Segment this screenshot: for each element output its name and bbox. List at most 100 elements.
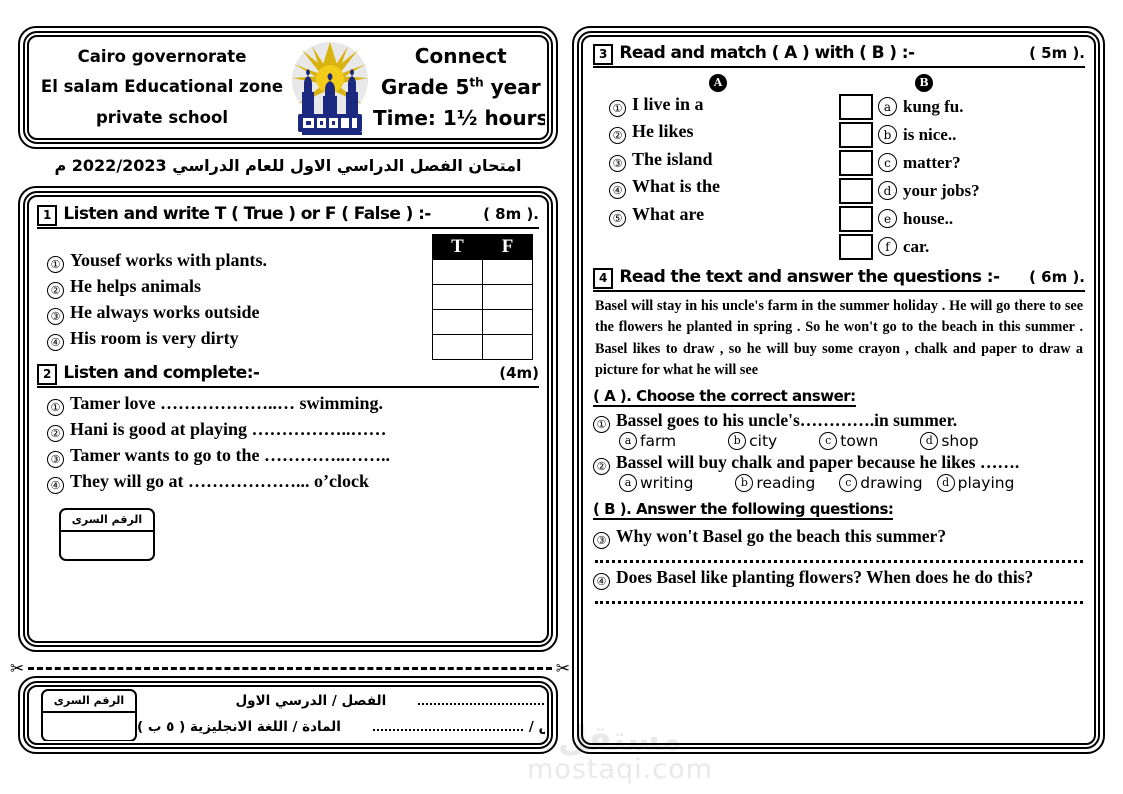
left-questions-frame: 1 Listen and write T ( True ) or F ( Fal… bbox=[18, 186, 558, 652]
item-text: I live in a bbox=[632, 93, 704, 114]
seat-number-input[interactable] bbox=[372, 719, 523, 731]
answer-cell-true-1[interactable] bbox=[432, 259, 483, 285]
list-item[interactable]: ② Hani is good at playing ……………..…… bbox=[47, 419, 535, 442]
class-label: الفصل / الدرسي الاول bbox=[235, 693, 387, 710]
secret-number-input[interactable] bbox=[43, 713, 135, 740]
mc-option[interactable]: d playing bbox=[936, 473, 1014, 492]
option-label: shop bbox=[941, 431, 979, 450]
item-text: Does Basel like planting flowers? When d… bbox=[616, 566, 1034, 587]
list-item[interactable]: ③ Tamer wants to go to the …………..…….. bbox=[47, 445, 535, 468]
answer-cell-false-1[interactable] bbox=[482, 259, 533, 285]
scissors-icon-left: ✂ bbox=[10, 658, 25, 678]
list-item: ⑤ What are bbox=[609, 204, 839, 227]
mc-option[interactable]: b reading bbox=[735, 473, 815, 492]
arabic-exam-title: امتحان الفصل الدراسي الاول للعام الدراسي… bbox=[54, 156, 522, 175]
item-text: Tamer love ………………..… swimming. bbox=[70, 393, 383, 413]
match-column-b: a kung fu. b is nice.. c matter? d your … bbox=[839, 93, 1085, 262]
mc-option[interactable]: a writing bbox=[619, 473, 694, 492]
item-number: ④ bbox=[609, 182, 626, 199]
list-item: e house.. bbox=[839, 205, 1085, 232]
secret-number-label: الرقم السرى bbox=[61, 510, 153, 532]
question-1-marks: ( 8m ). bbox=[483, 205, 539, 223]
question-4-marks: ( 6m ). bbox=[1029, 267, 1085, 286]
match-answer-box-b[interactable] bbox=[839, 121, 873, 148]
match-body: ① I live in a ② He likes ③ The island ④ … bbox=[593, 93, 1085, 262]
table-row bbox=[432, 309, 533, 335]
school-info: Cairo governorate El salam Educational z… bbox=[37, 42, 287, 134]
option-text: kung fu. bbox=[903, 96, 964, 116]
list-item[interactable]: ① Tamer love ………………..… swimming. bbox=[47, 393, 535, 416]
question-4-number: 4 bbox=[593, 267, 614, 289]
answer-cell-true-2[interactable] bbox=[432, 284, 483, 310]
cut-line: ✂ ✂ bbox=[10, 658, 570, 678]
option-letter: a bbox=[878, 97, 897, 116]
list-item[interactable]: ④ They will go at ………………... o’clock bbox=[47, 471, 535, 494]
mc-option[interactable]: c drawing bbox=[839, 473, 923, 492]
answer-cell-false-3[interactable] bbox=[482, 309, 533, 335]
answer-cell-false-2[interactable] bbox=[482, 284, 533, 310]
student-name-input[interactable] bbox=[418, 693, 545, 706]
option-label: writing bbox=[640, 473, 694, 492]
item-number: ④ bbox=[47, 334, 64, 351]
list-item: ④ What is the bbox=[609, 176, 839, 199]
item-number: ② bbox=[609, 127, 626, 144]
option-letter: b bbox=[728, 431, 747, 450]
secret-number-label: الرقم السرى bbox=[43, 691, 135, 713]
course-info: Connect Grade 5th year Time: 1½ hours bbox=[373, 41, 545, 134]
answer-cell-false-4[interactable] bbox=[482, 334, 533, 360]
column-b-label: B bbox=[915, 73, 933, 92]
option-letter: f bbox=[878, 237, 897, 256]
option-letter: a bbox=[619, 431, 637, 450]
answer-line-3[interactable] bbox=[595, 553, 1083, 563]
item-number: ④ bbox=[47, 477, 64, 494]
item-text: He helps animals bbox=[70, 276, 202, 296]
option-letter: d bbox=[936, 473, 955, 492]
mc-options-2: a writing b reading c drawing d playing bbox=[593, 473, 1085, 492]
item-text: Bassel will buy chalk and paper because … bbox=[616, 451, 1020, 472]
watermark-english: mostaqi.com bbox=[527, 754, 713, 785]
answer-line-4[interactable] bbox=[595, 594, 1083, 604]
option-text: matter? bbox=[903, 152, 961, 172]
question-1-header: 1 Listen and write T ( True ) or F ( Fal… bbox=[37, 204, 539, 229]
col-header-false: F bbox=[482, 234, 533, 260]
answer-cell-true-3[interactable] bbox=[432, 309, 483, 335]
part-b-heading: ( B ). Answer the following questions: bbox=[593, 499, 894, 520]
item-text: What is the bbox=[632, 176, 721, 196]
table-row bbox=[432, 334, 533, 360]
secret-number-box-bottom[interactable]: الرقم السرى bbox=[41, 689, 137, 741]
student-name-row: الاسم / الفصل / الدرسي الاول bbox=[137, 689, 545, 715]
item-text: Tamer wants to go to the …………..…….. bbox=[70, 445, 390, 465]
answer-cell-true-4[interactable] bbox=[432, 334, 483, 360]
question-2-marks: (4m) bbox=[499, 364, 539, 382]
secret-number-box-top[interactable]: الرقم السرى bbox=[59, 508, 155, 561]
seat-number-label: رقم الجلوس / bbox=[528, 719, 545, 735]
school-line-1: Cairo governorate bbox=[77, 46, 247, 66]
match-answer-box-d[interactable] bbox=[839, 177, 873, 204]
mc-option[interactable]: c town bbox=[819, 431, 879, 450]
match-column-a: ① I live in a ② He likes ③ The island ④ … bbox=[593, 94, 839, 262]
question-2-body: ① Tamer love ………………..… swimming. ② Hani … bbox=[37, 391, 539, 494]
mc-option[interactable]: b city bbox=[728, 431, 778, 450]
true-false-table[interactable]: T F bbox=[432, 234, 533, 360]
match-answer-box-e[interactable] bbox=[839, 205, 873, 232]
course-name: Connect bbox=[414, 44, 507, 68]
question-4-title: Read the text and answer the questions :… bbox=[619, 266, 1000, 287]
mc-option[interactable]: a farm bbox=[619, 431, 677, 450]
part-a-heading: ( A ). Choose the correct answer: bbox=[593, 386, 856, 407]
match-answer-box-f[interactable] bbox=[839, 233, 873, 260]
option-label: city bbox=[749, 431, 778, 450]
open-question-4: ④ Does Basel like planting flowers? When… bbox=[593, 566, 1085, 590]
mc-option[interactable]: d shop bbox=[920, 431, 979, 450]
match-answer-box-a[interactable] bbox=[839, 93, 873, 120]
option-text: car. bbox=[903, 236, 930, 256]
mc-options-1: a farm b city c town d shop bbox=[593, 431, 1085, 450]
secret-number-input[interactable] bbox=[61, 532, 153, 559]
question-1-body: T F ① Yousef works with plants. ② He hel… bbox=[37, 232, 539, 360]
grade-ordinal-suffix: th bbox=[469, 75, 484, 90]
option-label: farm bbox=[640, 431, 677, 450]
item-number: ① bbox=[47, 256, 64, 273]
match-answer-box-c[interactable] bbox=[839, 149, 873, 176]
option-label: town bbox=[840, 431, 879, 450]
question-1-title: Listen and write T ( True ) or F ( False… bbox=[63, 204, 431, 224]
item-number: ① bbox=[609, 99, 626, 117]
